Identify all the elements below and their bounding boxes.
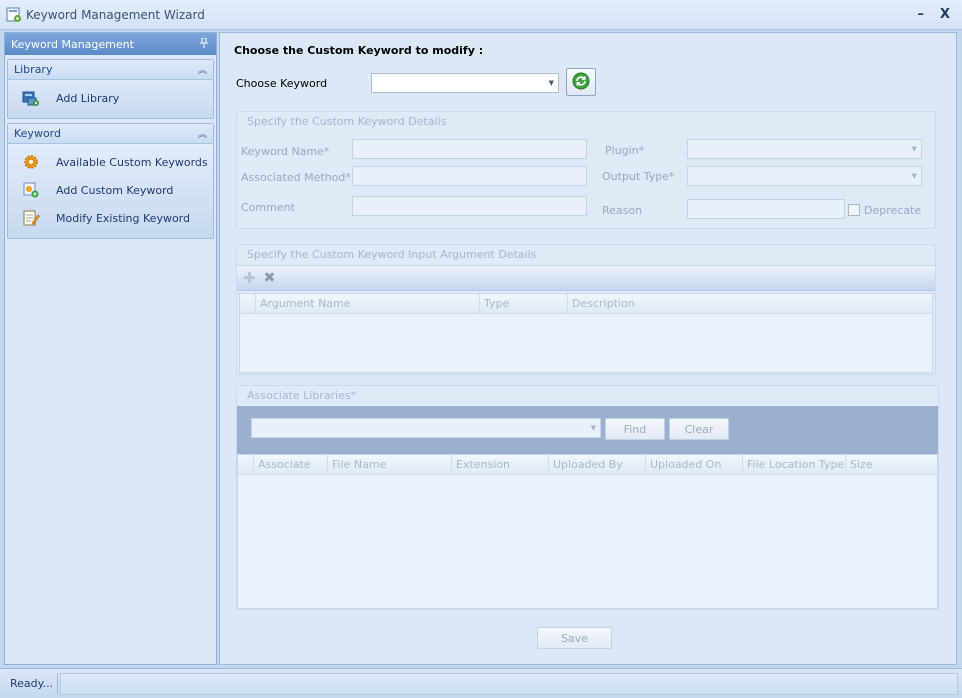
sidebar: Keyword Management Library ︽ Add Library… (4, 32, 217, 665)
deprecate-checkbox[interactable] (848, 204, 860, 216)
library-group-title: Library (14, 63, 53, 76)
sidebar-header: Keyword Management (5, 33, 216, 55)
minimize-button[interactable]: – (917, 7, 924, 22)
sidebar-item-label: Add Custom Keyword (56, 183, 174, 197)
sidebar-item-label: Add Library (56, 91, 120, 105)
edit-icon (22, 209, 40, 227)
plugin-dropdown[interactable]: ▼ (687, 139, 922, 159)
sidebar-title: Keyword Management (11, 37, 134, 51)
comment-label: Comment (241, 201, 295, 214)
chevron-down-icon: ▼ (548, 79, 554, 87)
window-title: Keyword Management Wizard (26, 7, 205, 22)
associated-method-field[interactable] (352, 166, 587, 186)
argument-details-title: Specify the Custom Keyword Input Argumen… (247, 248, 537, 261)
keyword-name-label: Keyword Name* (241, 145, 330, 158)
choose-keyword-dropdown[interactable]: ▼ (371, 73, 559, 93)
remove-argument-icon[interactable]: ✖ (264, 270, 276, 286)
chevron-down-icon: ▼ (911, 145, 917, 153)
library-group-header[interactable]: Library ︽ (8, 60, 213, 80)
choose-keyword-label: Choose Keyword (236, 77, 328, 90)
keyword-group: Keyword ︽ Available Custom Keywords Add … (7, 123, 214, 239)
plugin-label: Plugin* (605, 144, 645, 157)
add-keyword-icon (22, 181, 40, 199)
pin-icon[interactable] (200, 37, 208, 51)
column-file-location-type[interactable]: File Location Type (743, 455, 846, 474)
add-library-icon (22, 89, 40, 107)
refresh-button[interactable] (566, 68, 596, 96)
collapse-icon[interactable]: ︽ (198, 63, 207, 76)
comment-field[interactable] (352, 196, 587, 216)
library-search-dropdown[interactable]: ▼ (251, 418, 601, 438)
reason-label: Reason (602, 204, 643, 217)
column-uploaded-by[interactable]: Uploaded By (549, 455, 646, 474)
associated-method-label: Associated Method* (241, 171, 351, 184)
argument-grid: Argument Name Type Description (239, 293, 933, 373)
associate-libraries-panel: Associate Libraries* ▼ Find Clear Associ… (236, 385, 939, 610)
sidebar-item-add-custom-keyword[interactable]: Add Custom Keyword (8, 176, 213, 204)
save-button[interactable]: Save (537, 627, 612, 649)
keyword-details-title: Specify the Custom Keyword Details (247, 115, 447, 128)
library-group: Library ︽ Add Library (7, 59, 214, 119)
refresh-icon (572, 72, 590, 93)
column-extension[interactable]: Extension (452, 455, 549, 474)
keyword-details-panel: Specify the Custom Keyword Details Keywo… (236, 111, 936, 229)
status-text: Ready... (4, 673, 58, 695)
libraries-grid: Associate File Name Extension Uploaded B… (237, 454, 938, 609)
output-type-dropdown[interactable]: ▼ (687, 166, 922, 186)
keyword-name-field[interactable] (352, 139, 587, 159)
libraries-grid-header: Associate File Name Extension Uploaded B… (238, 455, 937, 475)
status-bar: Ready... (0, 668, 962, 698)
chevron-down-icon: ▼ (911, 172, 917, 180)
sidebar-item-available-keywords[interactable]: Available Custom Keywords (8, 148, 213, 176)
sidebar-item-label: Modify Existing Keyword (56, 211, 190, 225)
output-type-label: Output Type* (602, 170, 675, 183)
column-file-name[interactable]: File Name (328, 455, 452, 474)
row-selector-header (240, 294, 256, 313)
sidebar-item-add-library[interactable]: Add Library (8, 84, 213, 112)
status-bar-panel (60, 673, 958, 695)
column-associate[interactable]: Associate (254, 455, 328, 474)
chevron-down-icon: ▼ (590, 424, 596, 432)
collapse-icon[interactable]: ︽ (198, 127, 207, 140)
argument-details-panel: Specify the Custom Keyword Input Argumen… (236, 244, 936, 375)
keyword-group-title: Keyword (14, 127, 61, 140)
gear-icon (22, 153, 40, 171)
associate-libraries-title: Associate Libraries* (247, 389, 357, 402)
find-button[interactable]: Find (605, 418, 665, 440)
row-selector-header (238, 455, 254, 474)
column-type[interactable]: Type (480, 294, 568, 313)
page-title: Choose the Custom Keyword to modify : (234, 44, 484, 57)
deprecate-label: Deprecate (864, 204, 922, 217)
argument-grid-header: Argument Name Type Description (240, 294, 932, 314)
add-argument-icon[interactable]: ✚ (243, 269, 256, 287)
app-icon (6, 7, 22, 23)
main-panel: Choose the Custom Keyword to modify : Ch… (219, 32, 957, 665)
close-button[interactable]: X (940, 7, 950, 22)
column-uploaded-on[interactable]: Uploaded On (646, 455, 743, 474)
argument-toolbar: ✚ ✖ (237, 265, 935, 291)
library-search-bar: ▼ Find Clear (237, 406, 938, 454)
clear-button[interactable]: Clear (669, 418, 729, 440)
column-argument-name[interactable]: Argument Name (256, 294, 480, 313)
sidebar-item-label: Available Custom Keywords (56, 155, 208, 169)
reason-field[interactable] (687, 199, 845, 219)
sidebar-item-modify-keyword[interactable]: Modify Existing Keyword (8, 204, 213, 232)
column-size[interactable]: Size (846, 455, 937, 474)
keyword-group-header[interactable]: Keyword ︽ (8, 124, 213, 144)
title-bar: Keyword Management Wizard – X (0, 0, 962, 30)
column-description[interactable]: Description (568, 294, 932, 313)
